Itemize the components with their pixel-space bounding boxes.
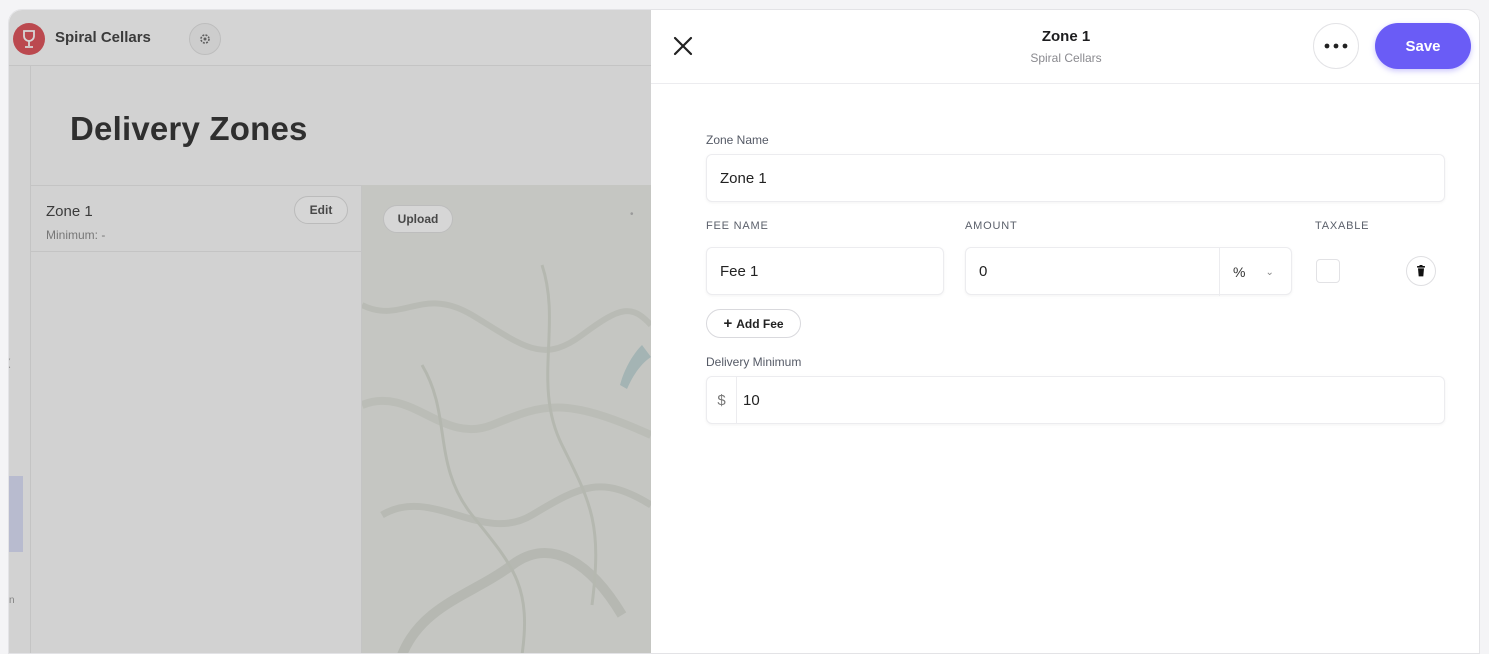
- currency-prefix: $: [707, 377, 737, 423]
- delivery-minimum-input[interactable]: $ 10: [706, 376, 1445, 424]
- fee-amount-value[interactable]: 0: [979, 263, 987, 280]
- save-button[interactable]: Save: [1375, 23, 1471, 69]
- delivery-minimum-value: 10: [743, 391, 760, 409]
- fee-unit-value: %: [1233, 264, 1246, 280]
- background-app: Spiral Cellars ( n Delivery Zones Zone 1…: [9, 10, 651, 653]
- delivery-minimum-label: Delivery Minimum: [706, 355, 802, 369]
- delete-fee-button[interactable]: [1406, 256, 1436, 286]
- modal-overlay[interactable]: [9, 10, 651, 653]
- taxable-column-header: TAXABLE: [1315, 220, 1370, 232]
- more-button[interactable]: [1313, 23, 1359, 69]
- fee-amount-input: 0 % ⌄: [965, 247, 1292, 296]
- chevron-down-icon: ⌄: [1265, 266, 1274, 278]
- zone-name-input[interactable]: Zone 1: [706, 154, 1445, 202]
- fee-name-input[interactable]: Fee 1: [706, 247, 944, 295]
- taxable-checkbox[interactable]: [1316, 259, 1340, 283]
- drawer-header: Zone 1 Spiral Cellars Save: [651, 10, 1479, 84]
- more-icon: [1324, 43, 1348, 49]
- add-fee-button[interactable]: + Add Fee: [706, 309, 801, 338]
- trash-icon: [1417, 265, 1425, 277]
- zone-editor-drawer: Zone 1 Spiral Cellars Save Zone Name Zon…: [651, 10, 1479, 653]
- fee-name-column-header: FEE NAME: [706, 220, 769, 232]
- plus-icon: +: [723, 315, 733, 332]
- app-window: Spiral Cellars ( n Delivery Zones Zone 1…: [8, 9, 1480, 654]
- add-fee-label: Add Fee: [736, 316, 784, 331]
- fee-unit-select[interactable]: % ⌄: [1219, 248, 1292, 296]
- amount-column-header: AMOUNT: [965, 220, 1018, 232]
- zone-name-label: Zone Name: [706, 133, 769, 147]
